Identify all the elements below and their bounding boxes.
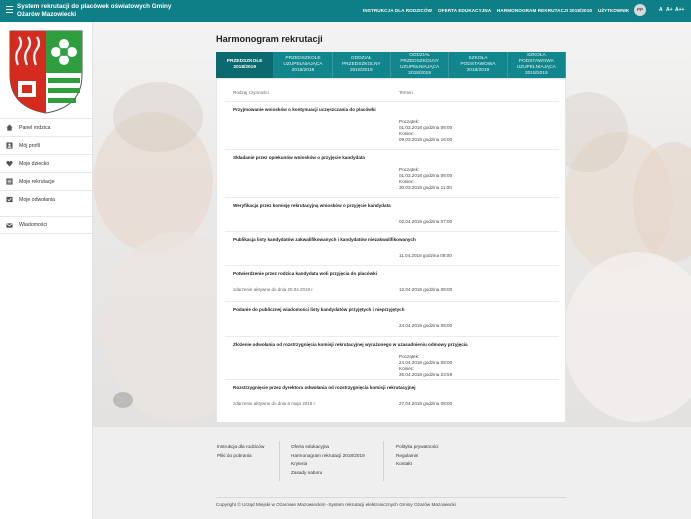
tab-przedszkole-uzupelniajaca[interactable]: PRZEDSZKOLE UZUPEŁNIAJĄCA 2018/2019	[274, 52, 333, 78]
app-title[interactable]: System rekrutacji do placówek oświatowyc…	[17, 3, 187, 19]
table-row: Potwierdzenie przez rodzica kandydata wo…	[225, 265, 559, 301]
footer-link-rules[interactable]: Zasady naboru	[291, 469, 365, 478]
footer-divider	[383, 441, 384, 481]
footer: Instrukcja dla rodziców Pliki do pobrani…	[93, 427, 691, 519]
footer-link-privacy[interactable]: Polityka prywatności	[396, 443, 438, 452]
sidebar-item-recruitments[interactable]: Moje rekrutacje	[0, 172, 92, 190]
activity-term: Początek: 24.04.2018 godzina 08:00 Koniec:…	[399, 354, 452, 378]
term-line: 26.04.2018 godzina 23:59	[399, 372, 453, 377]
footer-divider	[279, 441, 280, 481]
menu-icon[interactable]	[6, 6, 13, 13]
table-row: Publikacja listy kandydatów zakwalifikow…	[225, 231, 559, 265]
copyright-text: Copyright © Urząd Miejski w Ożarowie Maz…	[216, 502, 456, 507]
sidebar-item-label: Wiadomości	[19, 222, 48, 228]
table-row: Podanie do publicznej wiadomości listy k…	[225, 301, 559, 336]
activity-term: 11.04.2018 godzina 08:00	[399, 253, 452, 259]
sidebar-item-label: Panel rodzica	[19, 124, 51, 131]
font-largest-button[interactable]: A++	[675, 7, 684, 13]
nav-instructions-link[interactable]: INSTRUKCJA DLA RODZICÓW	[363, 8, 432, 13]
tab-oddzial-przedszkolny[interactable]: ODDZIAŁ PRZEDSZKOLNY 2018/2019	[333, 52, 391, 78]
heart-icon	[6, 160, 13, 167]
activity-term: 12.04.2018 godzina 08:00	[399, 287, 452, 293]
activity-term: 24.04.2018 godzina 08:00	[399, 323, 452, 329]
footer-link-downloads[interactable]: Pliki do pobrania	[217, 452, 264, 461]
profile-icon	[6, 142, 13, 149]
footer-column-1: Instrukcja dla rodziców Pliki do pobrani…	[217, 443, 264, 460]
term-line: 30.03.2018 godzina 11:00	[399, 185, 452, 190]
schedule-table: Rodzaj czynności Termin Przyjmowanie wni…	[216, 78, 566, 423]
activity-term: 02.04.2018 godzina 07:00	[399, 219, 452, 225]
nav-offer-link[interactable]: OFERTA EDUKACYJNA	[438, 8, 491, 13]
sidebar-item-label: Moje odwołania	[19, 196, 56, 203]
term-line: 09.03.2018 godzina 16:00	[399, 137, 453, 142]
footer-link-schedule[interactable]: Harmonogram rekrutacji 2018/2019	[291, 452, 365, 461]
sidebar-item-appeals[interactable]: Moje odwołania	[0, 190, 92, 208]
municipality-crest-logo[interactable]	[8, 29, 84, 115]
table-row: Weryfikacja przez komisję rekrutacyjną w…	[225, 197, 559, 231]
user-label[interactable]: UŻYTKOWNIK	[598, 8, 629, 13]
sidebar: Panel rodzica Mój profil Moje dziecko Mo…	[0, 22, 93, 519]
table-row: Złożenie odwołania od rozstrzygnięcia ko…	[225, 336, 559, 379]
avatar[interactable]: PP	[634, 4, 646, 16]
activity-name: Potwierdzenie przez rodzica kandydata wo…	[233, 271, 377, 276]
term-line: 02.04.2018 godzina 07:00	[399, 219, 453, 224]
column-header-activity: Rodzaj czynności	[233, 90, 269, 95]
term-line: 24.04.2018 godzina 08:00	[399, 323, 453, 328]
recruitment-tabs: PRZEDSZKOLE 2018/2019 PRZEDSZKOLE UZUPEŁ…	[216, 52, 566, 78]
footer-column-3: Polityka prywatności Regulamin Kontakt	[396, 443, 438, 469]
term-line: 11.04.2018 godzina 08:00	[399, 253, 452, 258]
activity-name: Złożenie odwołania od rozstrzygnięcia ko…	[233, 342, 468, 347]
footer-link-terms[interactable]: Regulamin	[396, 452, 438, 461]
sidebar-item-label: Mój profil	[19, 142, 41, 149]
sidebar-item-messages[interactable]: Wiadomości	[0, 216, 92, 234]
activity-name: Rozstrzygnięcie przez dyrektora odwołani…	[233, 385, 416, 390]
sidebar-item-profile[interactable]: Mój profil	[0, 136, 92, 154]
footer-link-criteria[interactable]: Kryteria	[291, 460, 365, 469]
footer-separator	[216, 497, 566, 498]
footer-link-instructions[interactable]: Instrukcja dla rodziców	[217, 443, 264, 452]
sidebar-item-label: Moje rekrutacje	[19, 178, 55, 185]
top-bar: System rekrutacji do placówek oświatowyc…	[0, 0, 691, 22]
table-row: Rozstrzygnięcie przez dyrektora odwołani…	[225, 379, 559, 417]
nav-schedule-link[interactable]: HARMONOGRAM REKRUTACJI 2018/2019	[497, 8, 592, 13]
font-larger-button[interactable]: A+	[666, 7, 673, 13]
activity-term: 27.04.2018 godzina 08:00	[399, 401, 452, 407]
tab-przedszkole[interactable]: PRZEDSZKOLE 2018/2019	[216, 52, 275, 78]
tab-szkola-podstawowa-uzupelniajaca[interactable]: SZKOŁA PODSTAWOWA UZUPEŁNIAJĄCA 2018/201…	[508, 52, 566, 78]
table-row: Składanie przez opiekunów wniosków o prz…	[225, 149, 559, 197]
activity-term: Początek: 01.03.2018 godzina 08:00 Koniec:…	[399, 167, 452, 191]
footer-column-2: Oferta edukacyjna Harmonogram rekrutacji…	[291, 443, 365, 477]
sidebar-item-panel[interactable]: Panel rodzica	[0, 118, 92, 136]
activity-name: Przyjmowanie wniosków o kontynuacji uczę…	[233, 107, 376, 112]
activity-note: zdarzenie aktywne do dnia 20.04.2018 r.	[233, 287, 314, 292]
font-normal-button[interactable]: A	[659, 7, 663, 13]
sidebar-item-label: Moje dziecko	[19, 160, 50, 167]
term-line: 27.04.2018 godzina 08:00	[399, 401, 453, 406]
activity-name: Publikacja listy kandydatów zakwalifikow…	[233, 237, 416, 242]
activity-name: Podanie do publicznej wiadomości listy k…	[233, 307, 405, 312]
activity-term: Początek: 01.03.2018 godzina 08:00 Koniec:…	[399, 119, 452, 143]
home-icon	[6, 124, 13, 131]
page-title: Harmonogram rekrutacji	[216, 34, 323, 44]
activity-name: Weryfikacja przez komisję rekrutacyjną w…	[233, 203, 391, 208]
messages-icon	[6, 222, 13, 228]
sidebar-item-child[interactable]: Moje dziecko	[0, 154, 92, 172]
tab-szkola-podstawowa[interactable]: SZKOŁA PODSTAWOWA 2018/2019	[449, 52, 508, 78]
term-line: 12.04.2018 godzina 08:00	[399, 287, 453, 292]
tab-oddzial-przedszkolny-uzupelniajaca[interactable]: ODDZIAŁ PRZEDSZKOLNY UZUPEŁNIAJĄCA 2018/…	[391, 52, 450, 78]
sidebar-menu: Panel rodzica Mój profil Moje dziecko Mo…	[0, 118, 92, 234]
appeal-icon	[6, 196, 13, 203]
footer-link-offer[interactable]: Oferta edukacyjna	[291, 443, 365, 452]
column-header-term: Termin	[399, 90, 413, 95]
table-row: Przyjmowanie wniosków o kontynuacji uczę…	[225, 101, 559, 149]
list-icon	[6, 178, 13, 185]
activity-name: Składanie przez opiekunów wniosków o prz…	[233, 155, 365, 160]
footer-link-contact[interactable]: Kontakt	[396, 460, 438, 469]
activity-note: zdarzenie aktywne do dnia 6 maja 2018 r.	[233, 401, 317, 406]
